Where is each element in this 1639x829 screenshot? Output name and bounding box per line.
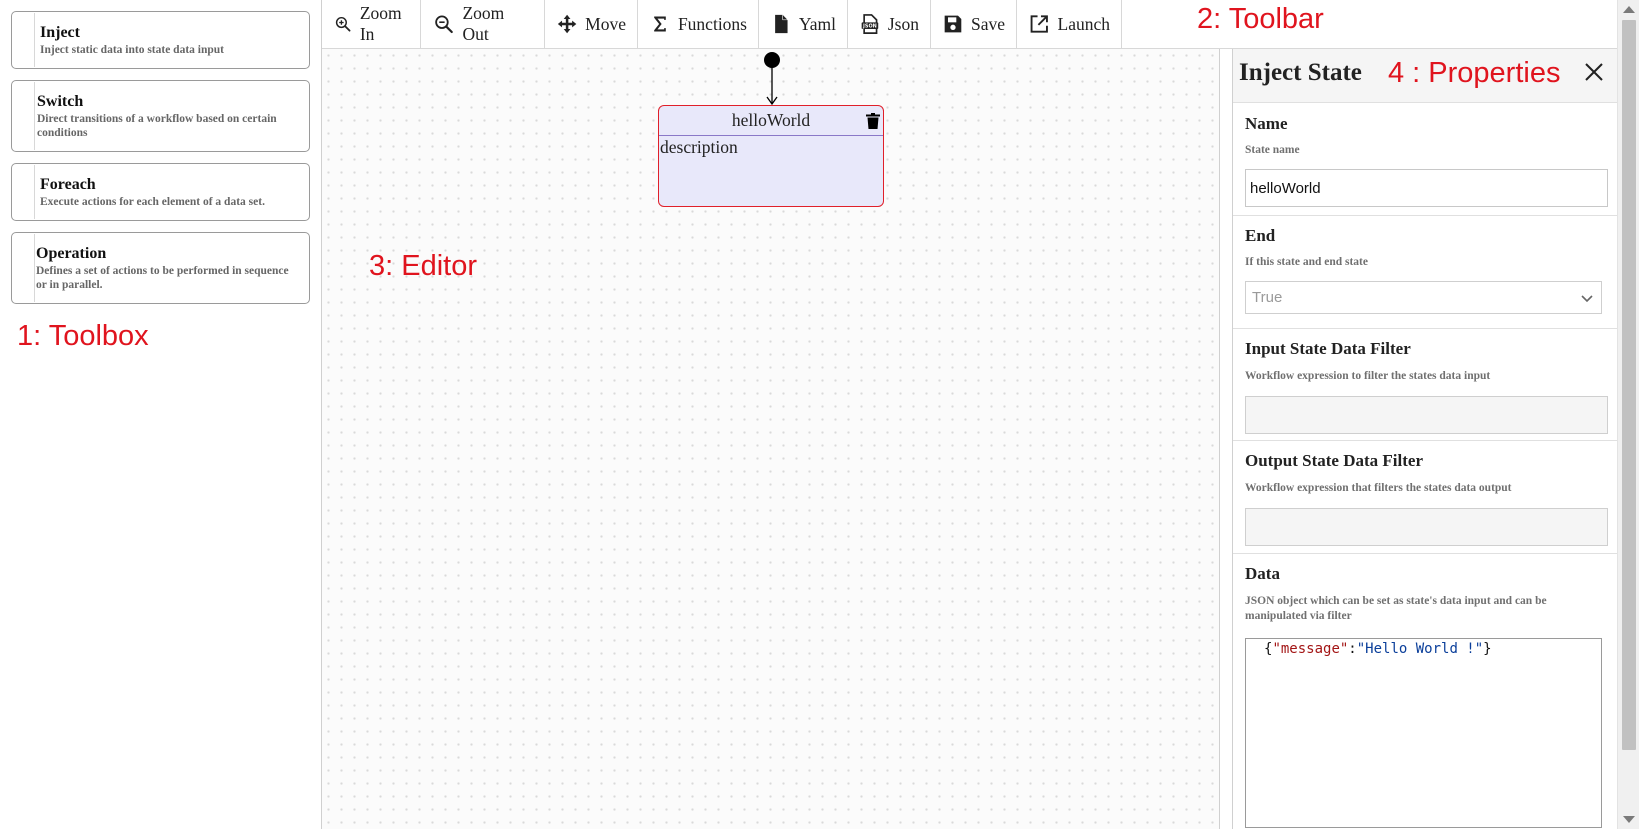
property-input-filter-label: Input State Data Filter <box>1245 339 1411 358</box>
property-output-filter-section: Output State Data Filter Workflow expres… <box>1233 441 1618 554</box>
state-node-name: helloWorld <box>731 110 811 130</box>
property-input-filter-hint: Workflow expression to filter the states… <box>1245 370 1491 382</box>
save-label: Save <box>970 13 1005 34</box>
zoom-out-label: Zoom Out <box>462 3 505 44</box>
annotation-toolbox: 1: Toolbox <box>17 320 149 352</box>
zoom-in-label: Zoom In <box>359 3 402 44</box>
property-end-hint: If this state and end state <box>1245 256 1368 268</box>
json-colon: : <box>1348 641 1357 657</box>
page-scrollbar[interactable] <box>1617 0 1639 829</box>
state-node-header: helloWorld <box>659 106 883 136</box>
property-name-section: Name State name <box>1233 103 1618 216</box>
chevron-down-icon <box>1581 295 1593 303</box>
input-data-filter-field[interactable] <box>1245 396 1608 434</box>
annotation-toolbar: 2: Toolbar <box>1197 3 1324 35</box>
toolbox-item-foreach[interactable]: Foreach Execute actions for each element… <box>11 163 310 221</box>
close-icon[interactable] <box>1583 61 1605 83</box>
zoom-in-icon <box>335 16 351 32</box>
json-file-icon: JSON <box>861 14 879 34</box>
toolbar: Zoom In Zoom Out Move Functions Yaml JSO… <box>322 0 1617 49</box>
property-data-hint: JSON object which can be set as state's … <box>1245 595 1547 622</box>
launch-button[interactable]: Launch <box>1017 0 1122 48</box>
annotation-editor: 3: Editor <box>369 250 477 282</box>
json-value: "Hello World !" <box>1356 641 1484 657</box>
functions-button[interactable]: Functions <box>638 0 759 48</box>
save-button[interactable]: Save <box>931 0 1017 48</box>
property-end-section: End If this state and end state True <box>1233 216 1618 329</box>
svg-text:JSON: JSON <box>862 24 877 30</box>
floppy-disk-icon <box>944 15 962 33</box>
property-data-label: Data <box>1245 564 1280 583</box>
move-button[interactable]: Move <box>545 0 638 48</box>
output-data-filter-field[interactable] <box>1245 508 1608 546</box>
external-link-icon <box>1030 15 1048 33</box>
toolbox-item-title: Operation <box>36 245 107 262</box>
trash-icon[interactable] <box>866 113 880 129</box>
property-name-hint: State name <box>1245 144 1300 156</box>
json-key: "message" <box>1272 641 1349 657</box>
toolbox-item-title: Foreach <box>40 176 96 193</box>
state-node-description: description <box>660 137 738 157</box>
functions-label: Functions <box>677 13 747 34</box>
move-icon <box>557 14 577 34</box>
move-label: Move <box>585 13 626 34</box>
state-name-input[interactable] <box>1245 169 1608 207</box>
scroll-down-arrow-icon[interactable] <box>1623 816 1635 823</box>
toolbox-item-description: Defines a set of actions to be performed… <box>36 265 289 291</box>
launch-label: Launch <box>1057 13 1110 34</box>
properties-title: Inject State <box>1239 59 1362 86</box>
toolbox-item-description: Direct transitions of a workflow based o… <box>37 113 277 139</box>
file-icon <box>775 14 788 34</box>
end-state-value: True <box>1252 289 1283 306</box>
end-state-select[interactable]: True <box>1245 281 1602 314</box>
annotation-properties: 4 : Properties <box>1388 57 1561 89</box>
start-transition-arrow <box>766 66 778 106</box>
state-node-helloworld[interactable]: helloWorld description <box>658 105 884 207</box>
properties-panel: Inject State Name State name End If this… <box>1232 49 1618 829</box>
zoom-in-button[interactable]: Zoom In <box>322 0 421 48</box>
json-button[interactable]: JSON Json <box>848 0 931 48</box>
sigma-icon <box>654 16 666 32</box>
property-end-label: End <box>1245 226 1276 245</box>
toolbox-item-operation[interactable]: Operation Defines a set of actions to be… <box>11 232 310 304</box>
yaml-button[interactable]: Yaml <box>759 0 848 48</box>
scroll-thumb[interactable] <box>1622 20 1636 750</box>
property-input-filter-section: Input State Data Filter Workflow express… <box>1233 329 1618 441</box>
toolbox-item-title: Inject <box>40 24 80 41</box>
toolbox-item-title: Switch <box>37 93 84 110</box>
property-output-filter-label: Output State Data Filter <box>1245 451 1424 470</box>
json-close-brace: } <box>1483 641 1492 657</box>
scroll-up-arrow-icon[interactable] <box>1623 6 1635 13</box>
zoom-out-button[interactable]: Zoom Out <box>421 0 545 48</box>
toolbox-item-description: Inject static data into state data input <box>40 44 224 56</box>
toolbox-item-description: Execute actions for each element of a da… <box>40 196 265 208</box>
property-output-filter-hint: Workflow expression that filters the sta… <box>1245 482 1512 494</box>
property-data-section: Data JSON object which can be set as sta… <box>1233 554 1618 829</box>
property-name-label: Name <box>1245 114 1288 133</box>
toolbox-panel: Inject Inject static data into state dat… <box>0 0 322 829</box>
data-json-editor[interactable]: {"message":"Hello World !"} <box>1245 638 1602 828</box>
toolbox-item-switch[interactable]: Switch Direct transitions of a workflow … <box>11 80 310 152</box>
json-label: Json <box>887 13 919 34</box>
toolbox-item-inject[interactable]: Inject Inject static data into state dat… <box>11 11 310 69</box>
yaml-label: Yaml <box>798 13 836 34</box>
zoom-out-icon <box>435 15 453 34</box>
